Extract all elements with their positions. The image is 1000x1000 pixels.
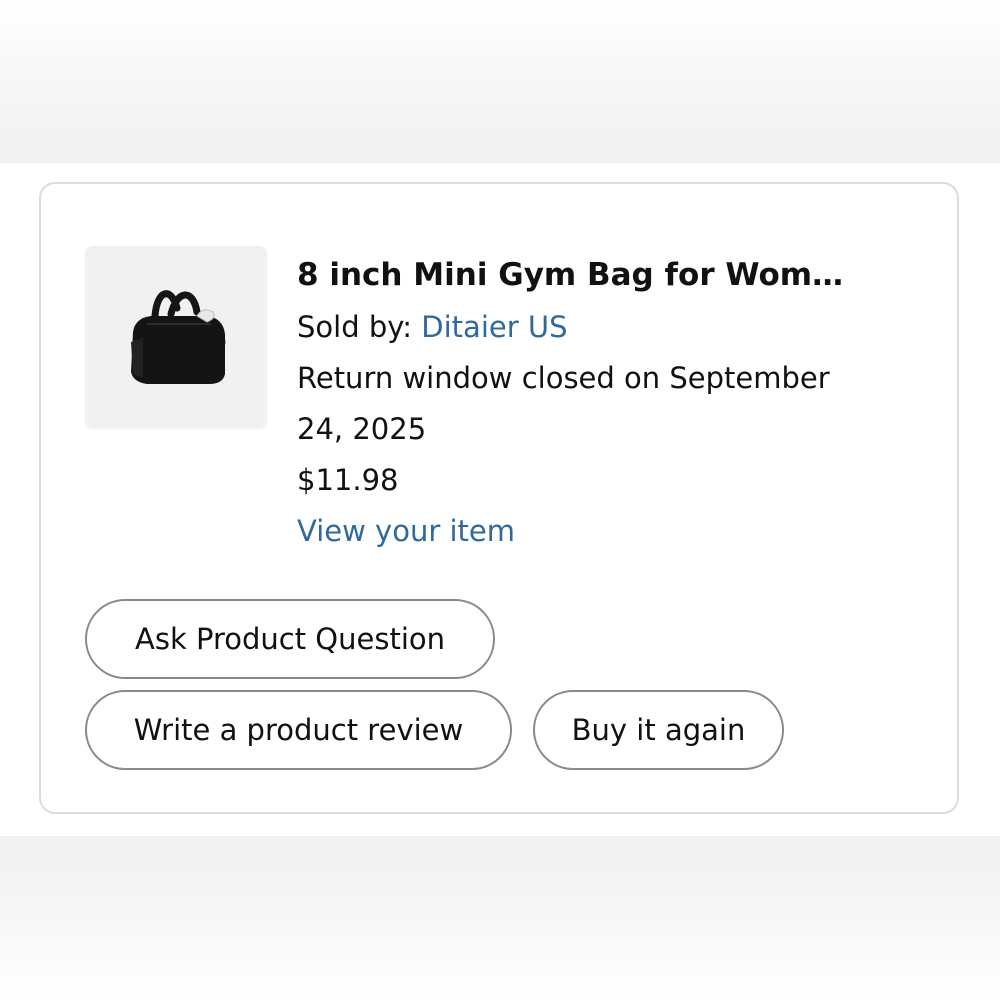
- return-window-status-line-1: Return window closed on September: [297, 361, 830, 395]
- ask-product-question-button[interactable]: Ask Product Question: [85, 599, 495, 679]
- buy-it-again-button[interactable]: Buy it again: [533, 690, 784, 770]
- order-item-details: 8 inch Mini Gym Bag for Wom… Sold by: Di…: [297, 248, 917, 557]
- gym-bag-image-icon: [131, 290, 226, 384]
- seller-link[interactable]: Ditaier US: [421, 310, 567, 344]
- top-fade-background: [0, 0, 1000, 163]
- bottom-fade-background: [0, 836, 1000, 1000]
- return-window-status-line-2: 24, 2025: [297, 412, 427, 446]
- view-your-item-link[interactable]: View your item: [297, 506, 917, 557]
- item-price: $11.98: [297, 463, 399, 497]
- order-item-card: 8 inch Mini Gym Bag for Wom… Sold by: Di…: [39, 182, 959, 814]
- product-thumbnail[interactable]: [85, 246, 267, 428]
- write-product-review-button[interactable]: Write a product review: [85, 690, 512, 770]
- product-title[interactable]: 8 inch Mini Gym Bag for Wom…: [297, 248, 917, 302]
- sold-by-line: Sold by: Ditaier US: [297, 302, 917, 353]
- sold-by-label: Sold by:: [297, 310, 422, 344]
- page: 8 inch Mini Gym Bag for Wom… Sold by: Di…: [0, 0, 1000, 1000]
